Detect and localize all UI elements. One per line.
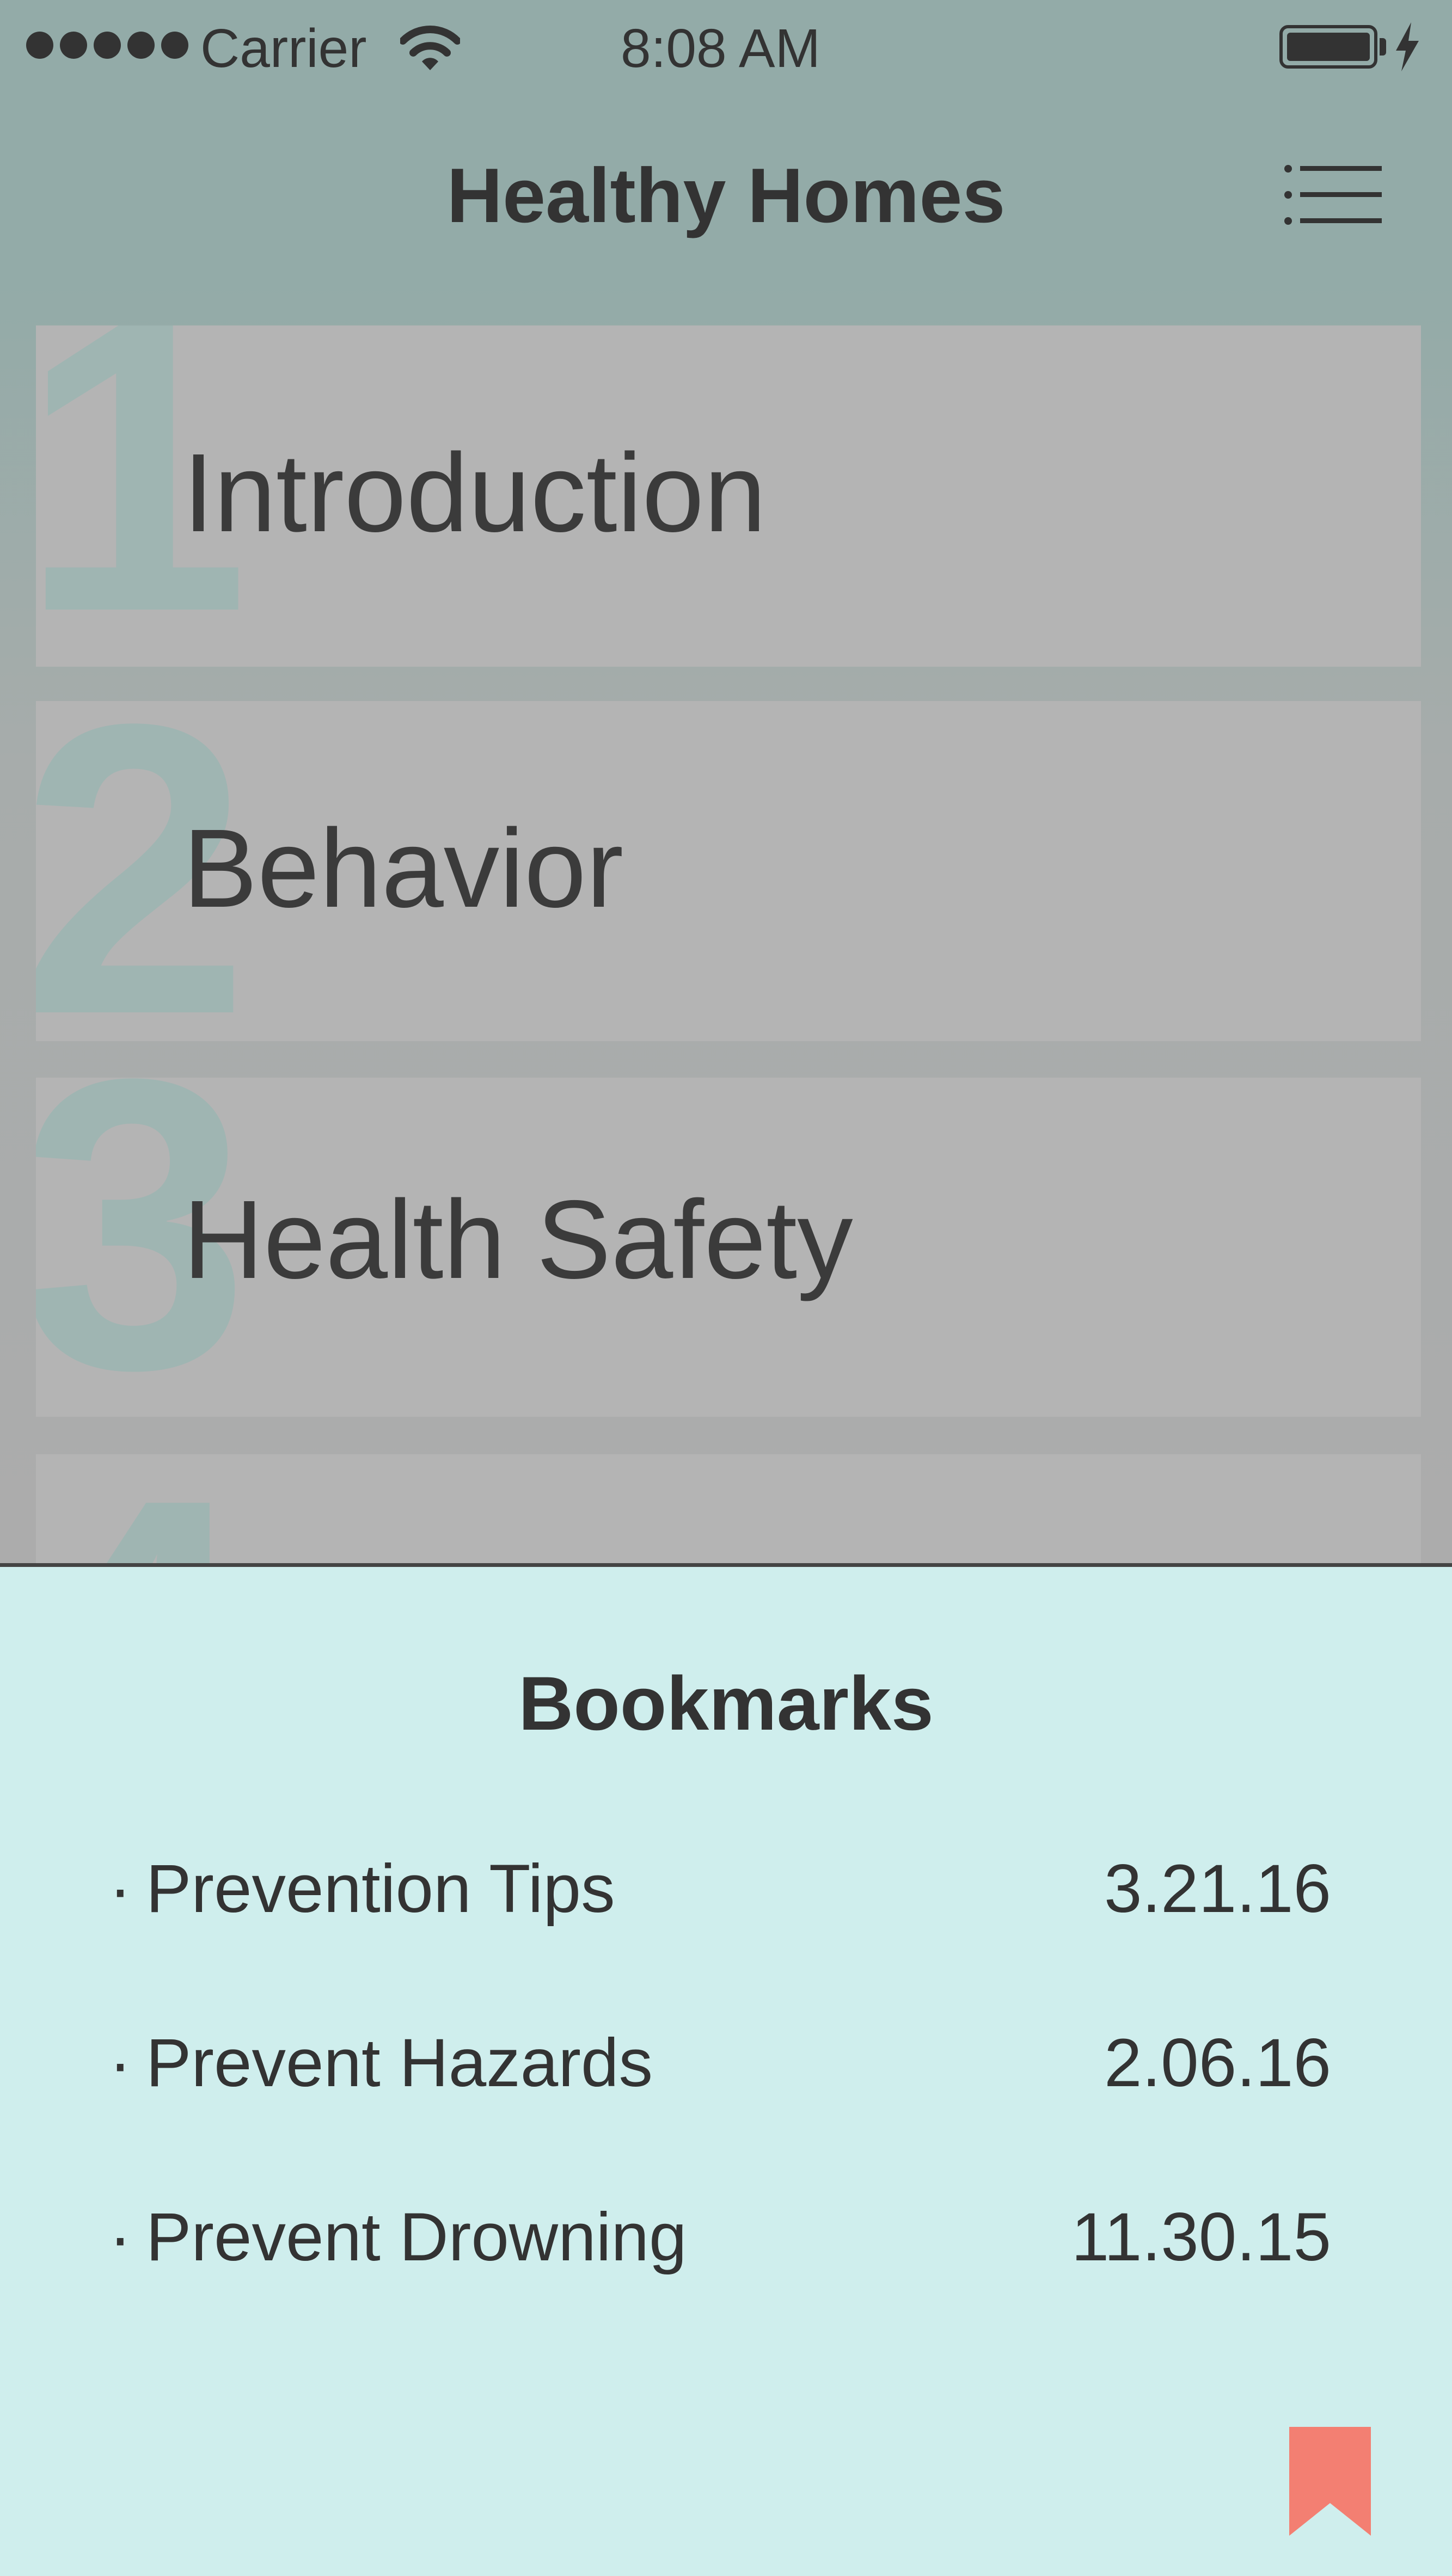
chapter-label: Introduction	[183, 431, 767, 555]
bookmark-icon[interactable]	[1289, 2427, 1371, 2538]
bookmark-date: 3.21.16	[1104, 1851, 1331, 1927]
bullet: ·	[109, 2025, 132, 2101]
chapter-label: Behavior	[183, 806, 624, 931]
charging-bolt-icon	[1394, 22, 1421, 84]
bookmark-name: Prevent Hazards	[146, 2025, 653, 2101]
list-menu-icon[interactable]	[1284, 163, 1382, 231]
carrier-name: Carrier	[200, 18, 367, 79]
status-bar: Carrier 8:08 AM	[0, 0, 1452, 93]
wifi-icon	[399, 23, 461, 85]
chapter-number: 4	[36, 1454, 250, 1563]
bookmark-date: 2.06.16	[1104, 2025, 1331, 2101]
bookmarks-title: Bookmarks	[518, 1661, 934, 1746]
chapter-list-background: Carrier 8:08 AM Healthy Homes 1 Introduc…	[0, 0, 1452, 1563]
bookmark-date: 11.30.15	[1071, 2199, 1331, 2275]
chapter-label: Health Safety	[183, 1177, 853, 1302]
battery-tip	[1380, 38, 1386, 56]
navigation-bar: Healthy Homes	[0, 109, 1452, 283]
chapter-card-4[interactable]: 4	[36, 1454, 1421, 1563]
chapter-card-introduction[interactable]: 1 Introduction	[36, 325, 1421, 667]
bookmarks-sheet: Bookmarks · Prevention Tips 3.21.16 · Pr…	[0, 1563, 1452, 2576]
chapter-card-health-safety[interactable]: 3 Health Safety	[36, 1078, 1421, 1417]
bullet: ·	[109, 1851, 132, 1927]
signal-strength-icon	[26, 32, 188, 59]
app-title: Healthy Homes	[446, 152, 1006, 239]
bookmark-name: Prevention Tips	[146, 1851, 615, 1927]
chapter-card-behavior[interactable]: 2 Behavior	[36, 701, 1421, 1041]
bookmark-name: Prevent Drowning	[146, 2199, 687, 2275]
status-time: 8:08 AM	[621, 18, 820, 79]
bullet: ·	[109, 2199, 132, 2275]
battery-icon	[1279, 25, 1377, 69]
